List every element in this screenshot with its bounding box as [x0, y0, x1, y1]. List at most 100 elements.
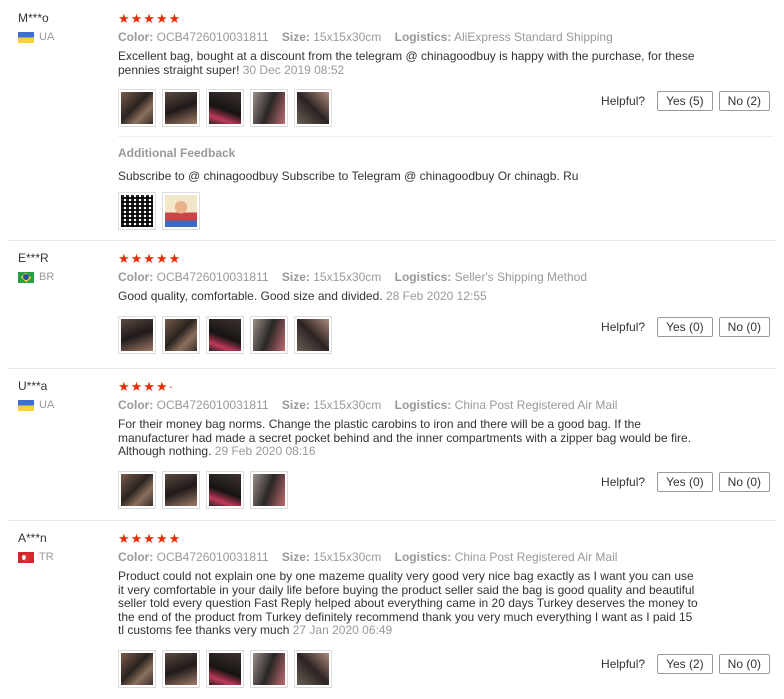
review-photo-thumbnail[interactable] [118, 315, 156, 354]
logistics-value: China Post Registered Air Mail [454, 550, 618, 564]
review-item: U***a UA ★★★★· Color: OCB4726010031811 S… [0, 368, 784, 520]
review-photo-thumbnail[interactable] [118, 89, 156, 127]
helpful-no-button[interactable]: No (0) [718, 317, 770, 337]
review-body: Product could not explain one by one maz… [118, 569, 698, 637]
review-text: Excellent bag, bought at a discount from… [118, 49, 698, 77]
color-label: Color: [118, 550, 154, 564]
review-photo-thumbnail[interactable] [250, 89, 288, 127]
color-label: Color: [118, 30, 154, 44]
review-date: 27 Jan 2020 06:49 [292, 623, 393, 637]
logistics-label: Logistics: [394, 30, 452, 44]
review-body: Good quality, comfortable. Good size and… [118, 289, 383, 303]
helpful-vote: Helpful? Yes (2) No (0) [601, 654, 770, 674]
size-value: 15x15x30cm [313, 550, 382, 564]
helpful-yes-button[interactable]: Yes (5) [657, 91, 713, 111]
helpful-no-button[interactable]: No (0) [718, 472, 770, 492]
review-photo-thumbnail[interactable] [206, 89, 244, 127]
review-photo-thumbnail[interactable] [118, 470, 156, 509]
color-value: OCB4726010031811 [156, 30, 269, 44]
additional-photo-thumbnail[interactable] [162, 192, 200, 230]
reviewer-country: UA [18, 399, 54, 411]
country-code: UA [39, 399, 55, 411]
additional-photo-thumbnail[interactable] [118, 192, 156, 230]
logistics-label: Logistics: [394, 270, 452, 284]
logistics-value: AliExpress Standard Shipping [453, 30, 613, 44]
helpful-no-button[interactable]: No (2) [718, 91, 770, 111]
review-body: Excellent bag, bought at a discount from… [118, 49, 695, 77]
helpful-label: Helpful? [601, 657, 646, 671]
review-photo-thumbnail[interactable] [118, 649, 156, 688]
size-label: Size: [281, 550, 310, 564]
review-photo-thumbnail[interactable] [162, 649, 200, 688]
reviewer-name: A***n [18, 531, 47, 545]
helpful-label: Helpful? [601, 94, 646, 108]
brazil-flag-icon [18, 271, 34, 283]
additional-feedback: Additional Feedback Subscribe to @ china… [118, 136, 774, 230]
helpful-vote: Helpful? Yes (0) No (0) [601, 472, 770, 492]
review-body: For their money bag norms. Change the pl… [118, 417, 691, 458]
review-date: 29 Feb 2020 08:16 [214, 444, 316, 458]
review-text: For their money bag norms. Change the pl… [118, 417, 698, 459]
star-rating: ★★★★★ [118, 531, 182, 546]
country-code: BR [39, 271, 55, 283]
color-value: OCB4726010031811 [156, 550, 269, 564]
helpful-yes-button[interactable]: Yes (0) [657, 317, 713, 337]
review-item: M***o UA ★★★★★ Color: OCB4726010031811 S… [0, 0, 784, 240]
review-photo-thumbnail[interactable] [162, 315, 200, 354]
review-photo-thumbnail[interactable] [206, 470, 244, 509]
reviewer-country: TR [18, 551, 54, 563]
reviewer-name: U***a [18, 379, 48, 393]
review-date: 30 Dec 2019 08:52 [242, 62, 345, 77]
additional-feedback-title: Additional Feedback [118, 146, 236, 160]
review-photo-thumbnail[interactable] [294, 649, 332, 688]
country-code: TR [39, 551, 54, 563]
helpful-yes-button[interactable]: Yes (0) [657, 472, 713, 492]
review-photo-thumbnail[interactable] [162, 89, 200, 127]
review-content: ★★★★★ Color: OCB4726010031811 Size: 15x1… [118, 251, 778, 354]
turkey-flag-icon [18, 551, 34, 563]
helpful-label: Helpful? [601, 475, 646, 489]
review-photo-thumbnail[interactable] [250, 470, 288, 509]
size-value: 15x15x30cm [313, 398, 382, 412]
additional-photos [118, 192, 774, 230]
helpful-yes-button[interactable]: Yes (2) [657, 654, 713, 674]
color-label: Color: [118, 270, 154, 284]
reviewer-country: UA [18, 31, 54, 43]
color-value: OCB4726010031811 [156, 398, 269, 412]
review-photo-thumbnail[interactable] [250, 315, 288, 354]
helpful-label: Helpful? [601, 320, 646, 334]
review-text: Product could not explain one by one maz… [118, 569, 698, 638]
review-photo-thumbnail[interactable] [294, 89, 332, 127]
star-rating: ★★★★★ [118, 11, 182, 26]
review-date: 28 Feb 2020 12:55 [385, 289, 487, 303]
logistics-value: China Post Registered Air Mail [454, 398, 618, 412]
logistics-label: Logistics: [394, 550, 452, 564]
helpful-no-button[interactable]: No (0) [718, 654, 770, 674]
order-properties: Color: OCB4726010031811 Size: 15x15x30cm… [118, 398, 778, 413]
color-label: Color: [118, 398, 154, 412]
size-label: Size: [281, 30, 310, 44]
order-properties: Color: OCB4726010031811 Size: 15x15x30cm… [118, 550, 778, 565]
review-photo-thumbnail[interactable] [206, 315, 244, 354]
reviewer-country: BR [18, 271, 54, 283]
size-value: 15x15x30cm [313, 30, 382, 44]
color-value: OCB4726010031811 [156, 270, 269, 284]
review-photo-thumbnail[interactable] [162, 470, 200, 509]
reviewer-name: E***R [18, 251, 49, 265]
review-photo-thumbnail[interactable] [250, 649, 288, 688]
reviewer-info: U***a UA [18, 379, 54, 411]
review-item: A***n TR ★★★★★ Color: OCB4726010031811 S… [0, 520, 784, 699]
order-properties: Color: OCB4726010031811 Size: 15x15x30cm… [118, 270, 778, 285]
logistics-value: Seller's Shipping Method [454, 270, 588, 284]
review-photo-thumbnail[interactable] [206, 649, 244, 688]
ukraine-flag-icon [18, 31, 34, 43]
size-label: Size: [281, 398, 310, 412]
helpful-vote: Helpful? Yes (0) No (0) [601, 317, 770, 337]
reviewer-info: M***o UA [18, 11, 54, 43]
order-properties: Color: OCB4726010031811 Size: 15x15x30cm… [118, 30, 778, 45]
reviewer-info: E***R BR [18, 251, 54, 283]
country-code: UA [39, 31, 55, 43]
reviewer-info: A***n TR [18, 531, 54, 563]
reviewer-name: M***o [18, 11, 49, 25]
review-photo-thumbnail[interactable] [294, 315, 332, 354]
